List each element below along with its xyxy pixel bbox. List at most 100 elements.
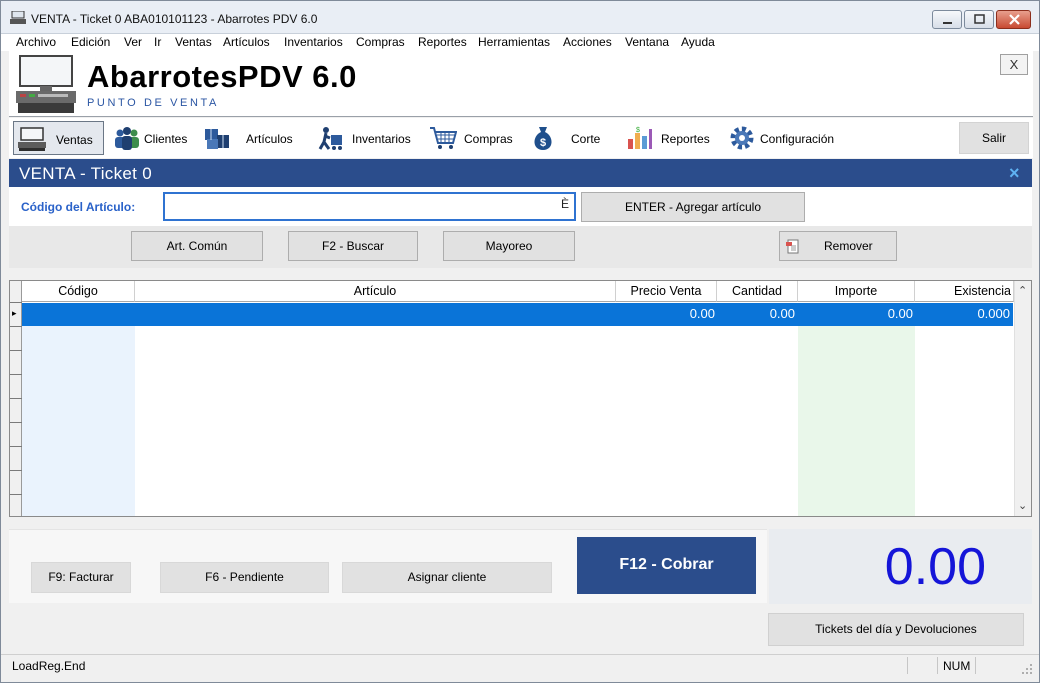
scroll-down-icon[interactable]: ⌄ bbox=[1018, 499, 1027, 512]
row-header[interactable] bbox=[10, 351, 22, 375]
mayoreo-button[interactable]: Mayoreo bbox=[443, 231, 575, 261]
column-header-precio-venta[interactable]: Precio Venta bbox=[616, 281, 717, 302]
facturar-button[interactable]: F9: Facturar bbox=[31, 562, 131, 593]
toolbar-corte[interactable]: $ Corte bbox=[525, 121, 605, 155]
actions-row: Art. Común F2 - Buscar Mayoreo Remover bbox=[9, 226, 1032, 268]
row-header[interactable] bbox=[10, 471, 22, 495]
row-header[interactable] bbox=[10, 447, 22, 471]
toolbar-reportes-label: Reportes bbox=[661, 132, 710, 146]
menu-articulos[interactable]: Artículos bbox=[223, 35, 270, 49]
window-close-button[interactable] bbox=[996, 10, 1031, 29]
toolbar-articulos[interactable]: Artículos bbox=[199, 121, 299, 155]
svg-text:$: $ bbox=[636, 127, 640, 134]
cell-importe: 0.00 bbox=[887, 306, 913, 321]
salir-button[interactable]: Salir bbox=[959, 122, 1029, 154]
maximize-icon bbox=[974, 14, 985, 24]
pendiente-button[interactable]: F6 - Pendiente bbox=[160, 562, 329, 593]
menu-reportes[interactable]: Reportes bbox=[418, 35, 467, 49]
toolbar-inventarios[interactable]: Inventarios bbox=[312, 121, 417, 155]
document-remove-icon bbox=[786, 239, 799, 254]
title-bar: VENTA - Ticket 0 ABA010101123 - Abarrote… bbox=[1, 1, 1039, 34]
importe-column-tint bbox=[798, 303, 915, 516]
brand-title: AbarrotesPDV 6.0 bbox=[87, 59, 357, 94]
column-header-cantidad[interactable]: Cantidad bbox=[717, 281, 798, 302]
input-glyph: È bbox=[561, 197, 570, 211]
menu-ayuda[interactable]: Ayuda bbox=[681, 35, 715, 49]
svg-text:$: $ bbox=[540, 137, 546, 149]
main-toolbar: Ventas Clientes Artículos Inventarios Co… bbox=[9, 118, 1033, 158]
tickets-devoluciones-button[interactable]: Tickets del día y Devoluciones bbox=[768, 613, 1024, 646]
boxes-icon bbox=[205, 129, 229, 149]
codigo-column-tint bbox=[22, 303, 135, 516]
panel-title-bar: VENTA - Ticket 0 × bbox=[9, 159, 1032, 187]
menu-ver[interactable]: Ver bbox=[124, 35, 142, 49]
row-header[interactable] bbox=[10, 399, 22, 423]
toolbar-compras-label: Compras bbox=[464, 132, 513, 146]
brand-header: AbarrotesPDV 6.0 PUNTO DE VENTA X bbox=[9, 51, 1033, 117]
table-row-selected[interactable]: 0.00 0.00 0.00 0.000 bbox=[22, 303, 1013, 326]
menu-herramientas[interactable]: Herramientas bbox=[478, 35, 550, 49]
resize-grip-icon[interactable] bbox=[1021, 663, 1033, 675]
num-lock-indicator: NUM bbox=[943, 659, 971, 673]
column-header-existencia[interactable]: Existencia bbox=[915, 281, 1014, 302]
menu-edicion[interactable]: Edición bbox=[71, 35, 110, 49]
menu-acciones[interactable]: Acciones bbox=[563, 35, 612, 49]
gear-icon bbox=[730, 126, 754, 150]
column-header-articulo[interactable]: Artículo bbox=[135, 281, 616, 302]
buscar-button[interactable]: F2 - Buscar bbox=[288, 231, 418, 261]
status-separator bbox=[907, 657, 908, 674]
menu-ventas[interactable]: Ventas bbox=[175, 35, 212, 49]
remover-button[interactable]: Remover bbox=[779, 231, 897, 261]
art-comun-button[interactable]: Art. Común bbox=[131, 231, 263, 261]
toolbar-compras[interactable]: Compras bbox=[425, 121, 520, 155]
sale-items-grid: ▸ Código Artículo Precio Venta Cantidad … bbox=[9, 280, 1032, 517]
cash-register-logo-icon bbox=[16, 55, 76, 113]
toolbar-configuracion[interactable]: Configuración bbox=[724, 121, 849, 155]
menu-bar: Archivo Edición Ver Ir Ventas Artículos … bbox=[1, 34, 1039, 51]
money-bag-icon: $ bbox=[534, 127, 552, 150]
window-title: VENTA - Ticket 0 ABA010101123 - Abarrote… bbox=[31, 12, 318, 26]
enter-add-item-button[interactable]: ENTER - Agregar artículo bbox=[581, 192, 805, 222]
people-icon bbox=[115, 127, 139, 150]
grid-vertical-scrollbar[interactable]: ⌃ ⌄ bbox=[1014, 281, 1031, 516]
status-bar: LoadReg.End NUM bbox=[1, 654, 1039, 676]
panel-title: VENTA - Ticket 0 bbox=[19, 164, 152, 183]
toolbar-reportes[interactable]: $ Reportes bbox=[621, 121, 717, 155]
cart-icon bbox=[430, 127, 457, 149]
code-entry-row: Código del Artículo: È ENTER - Agregar a… bbox=[9, 187, 1032, 226]
row-header-column: ▸ bbox=[10, 281, 22, 516]
asignar-cliente-button[interactable]: Asignar cliente bbox=[342, 562, 552, 593]
panel-close-icon[interactable]: × bbox=[1009, 163, 1020, 184]
remover-label: Remover bbox=[824, 239, 873, 253]
toolbar-ventas[interactable]: Ventas bbox=[13, 121, 104, 155]
menu-compras[interactable]: Compras bbox=[356, 35, 405, 49]
cell-cantidad: 0.00 bbox=[769, 306, 795, 321]
row-header-selected[interactable]: ▸ bbox=[10, 303, 22, 327]
header-close-button[interactable]: X bbox=[1000, 54, 1028, 75]
bar-chart-icon: $ bbox=[628, 127, 652, 149]
menu-inventarios[interactable]: Inventarios bbox=[284, 35, 343, 49]
toolbar-articulos-label: Artículos bbox=[246, 132, 293, 146]
scroll-up-icon[interactable]: ⌃ bbox=[1018, 284, 1027, 297]
code-input[interactable] bbox=[163, 192, 576, 221]
toolbar-configuracion-label: Configuración bbox=[760, 132, 835, 146]
register-icon bbox=[18, 127, 46, 151]
brand-subtitle: PUNTO DE VENTA bbox=[87, 97, 219, 109]
menu-ir[interactable]: Ir bbox=[154, 35, 161, 49]
toolbar-clientes-label: Clientes bbox=[144, 132, 188, 146]
minimize-button[interactable] bbox=[932, 10, 962, 29]
status-separator bbox=[937, 657, 938, 674]
menu-ventana[interactable]: Ventana bbox=[625, 35, 669, 49]
maximize-button[interactable] bbox=[964, 10, 994, 29]
cobrar-button[interactable]: F12 - Cobrar bbox=[577, 537, 756, 594]
row-header[interactable] bbox=[10, 327, 22, 351]
toolbar-clientes[interactable]: Clientes bbox=[109, 121, 195, 155]
status-text: LoadReg.End bbox=[12, 659, 86, 673]
column-header-codigo[interactable]: Código bbox=[22, 281, 135, 302]
code-label: Código del Artículo: bbox=[21, 200, 136, 214]
row-header[interactable] bbox=[10, 375, 22, 399]
column-header-importe[interactable]: Importe bbox=[798, 281, 915, 302]
row-header[interactable] bbox=[10, 423, 22, 447]
menu-archivo[interactable]: Archivo bbox=[16, 35, 56, 49]
current-row-marker: ▸ bbox=[12, 308, 17, 318]
